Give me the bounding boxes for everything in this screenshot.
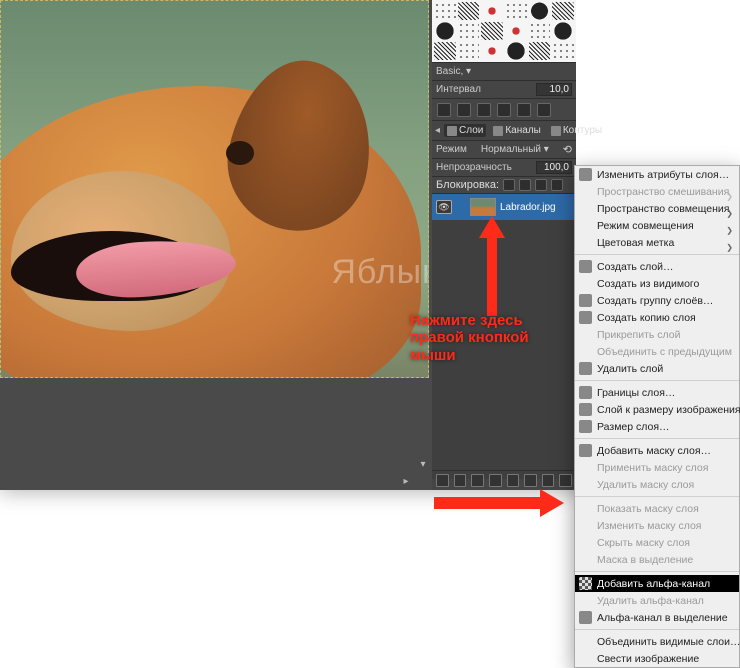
opacity-label: Непрозрачность bbox=[436, 162, 512, 173]
ctx-composite-space[interactable]: Пространство совмещения bbox=[575, 200, 739, 217]
ctx-color-tag[interactable]: Цветовая метка bbox=[575, 234, 739, 251]
ctx-boundary[interactable]: Границы слоя… bbox=[575, 384, 739, 401]
image-frame[interactable]: Яблык bbox=[0, 0, 429, 378]
ctx-new-from-visible[interactable]: Создать из видимого bbox=[575, 275, 739, 292]
scroll-right-icon[interactable]: ▸ bbox=[400, 475, 412, 487]
brush-open-icon[interactable] bbox=[537, 103, 551, 117]
lower-layer-icon[interactable] bbox=[489, 474, 502, 487]
brush-edit-icon[interactable] bbox=[437, 103, 451, 117]
dock-tabs: ◂ Слои Каналы Контуры bbox=[432, 120, 576, 140]
ctx-mask-to-sel: Маска в выделение bbox=[575, 551, 739, 568]
lock-position-icon[interactable] bbox=[519, 179, 531, 191]
blend-mode-row: Режим Нормальный ⟲ bbox=[432, 140, 576, 158]
ctx-duplicate[interactable]: Создать копию слоя bbox=[575, 309, 739, 326]
new-group-icon[interactable] bbox=[454, 474, 467, 487]
brush-preset-select[interactable]: Basic, bbox=[432, 62, 576, 80]
ctx-alpha-to-sel[interactable]: Альфа-канал в выделение bbox=[575, 609, 739, 626]
raise-layer-icon[interactable] bbox=[471, 474, 484, 487]
ctx-delete-mask: Удалить маску слоя bbox=[575, 476, 739, 493]
mode-reset-icon[interactable]: ⟲ bbox=[563, 143, 572, 156]
ctx-new-layer[interactable]: Создать слой… bbox=[575, 258, 739, 275]
delete-layer-icon[interactable] bbox=[559, 474, 572, 487]
brush-preset-name: Basic, bbox=[436, 66, 471, 77]
right-panel: Basic, Интервал ◂ Слои Каналы Контуры Ре… bbox=[432, 0, 576, 490]
brush-interval-row: Интервал bbox=[432, 80, 576, 98]
link-toggle-icon[interactable] bbox=[456, 202, 466, 212]
mode-select[interactable]: Нормальный bbox=[481, 144, 549, 155]
ctx-separator bbox=[575, 438, 739, 439]
tab-paths[interactable]: Контуры bbox=[548, 124, 605, 137]
ctx-blend-space[interactable]: Пространство смешивания bbox=[575, 183, 739, 200]
ctx-composite-mode[interactable]: Режим совмещения bbox=[575, 217, 739, 234]
ctx-show-mask: Показать маску слоя bbox=[575, 500, 739, 517]
annotation-callout: Нажмите здесь правой кнопкой мыши bbox=[410, 312, 529, 364]
ctx-anchor: Прикрепить слой bbox=[575, 326, 739, 343]
ctx-delete[interactable]: Удалить слой bbox=[575, 360, 739, 377]
mode-label: Режим bbox=[436, 144, 467, 155]
ctx-separator bbox=[575, 571, 739, 572]
brush-new-icon[interactable] bbox=[457, 103, 471, 117]
brush-dup-icon[interactable] bbox=[477, 103, 491, 117]
lock-all-icon[interactable] bbox=[551, 179, 563, 191]
opacity-input[interactable] bbox=[536, 161, 572, 174]
layer-thumbnail[interactable] bbox=[470, 198, 496, 216]
mask-icon[interactable] bbox=[542, 474, 555, 487]
merge-down-icon[interactable] bbox=[524, 474, 537, 487]
lock-row: Блокировка: bbox=[432, 176, 576, 193]
ctx-flatten[interactable]: Свести изображение bbox=[575, 650, 739, 667]
ctx-separator bbox=[575, 629, 739, 630]
lock-alpha-icon[interactable] bbox=[535, 179, 547, 191]
ctx-merge-down: Объединить с предыдущим bbox=[575, 343, 739, 360]
ctx-edit-attrs[interactable]: Изменить атрибуты слоя… bbox=[575, 166, 739, 183]
layer-name: Labrador.jpg bbox=[500, 202, 556, 213]
brush-toolbar bbox=[432, 98, 576, 120]
ctx-new-group[interactable]: Создать группу слоёв… bbox=[575, 292, 739, 309]
ctx-remove-alpha: Удалить альфа-канал bbox=[575, 592, 739, 609]
canvas-area: Яблык ▾ ▸ bbox=[0, 0, 432, 490]
dog-illustration bbox=[226, 141, 254, 165]
layers-toolbar bbox=[432, 470, 576, 490]
brush-preset-grid[interactable] bbox=[432, 0, 576, 62]
interval-input[interactable] bbox=[536, 83, 572, 96]
ctx-edit-mask: Изменить маску слоя bbox=[575, 517, 739, 534]
ctx-add-mask[interactable]: Добавить маску слоя… bbox=[575, 442, 739, 459]
ctx-separator bbox=[575, 380, 739, 381]
layer-context-menu: Изменить атрибуты слоя… Пространство сме… bbox=[574, 165, 740, 668]
lock-pixels-icon[interactable] bbox=[503, 179, 515, 191]
visibility-toggle-icon[interactable] bbox=[436, 200, 452, 214]
scroll-down-icon[interactable]: ▾ bbox=[417, 458, 429, 470]
watermark: Яблык bbox=[331, 253, 429, 292]
ctx-to-image-size[interactable]: Слой к размеру изображения bbox=[575, 401, 739, 418]
tab-channels[interactable]: Каналы bbox=[490, 124, 544, 137]
tab-layers[interactable]: Слои bbox=[444, 124, 486, 137]
interval-label: Интервал bbox=[436, 84, 481, 95]
brush-del-icon[interactable] bbox=[497, 103, 511, 117]
ctx-add-alpha[interactable]: Добавить альфа-канал bbox=[575, 575, 739, 592]
opacity-row: Непрозрачность bbox=[432, 158, 576, 176]
ctx-apply-mask: Применить маску слоя bbox=[575, 459, 739, 476]
brush-refresh-icon[interactable] bbox=[517, 103, 531, 117]
ctx-hide-mask: Скрыть маску слоя bbox=[575, 534, 739, 551]
lock-label: Блокировка: bbox=[436, 179, 499, 191]
ctx-scale[interactable]: Размер слоя… bbox=[575, 418, 739, 435]
duplicate-layer-icon[interactable] bbox=[507, 474, 520, 487]
ctx-separator bbox=[575, 496, 739, 497]
ctx-merge-visible[interactable]: Объединить видимые слои… bbox=[575, 633, 739, 650]
ctx-separator bbox=[575, 254, 739, 255]
new-layer-icon[interactable] bbox=[436, 474, 449, 487]
